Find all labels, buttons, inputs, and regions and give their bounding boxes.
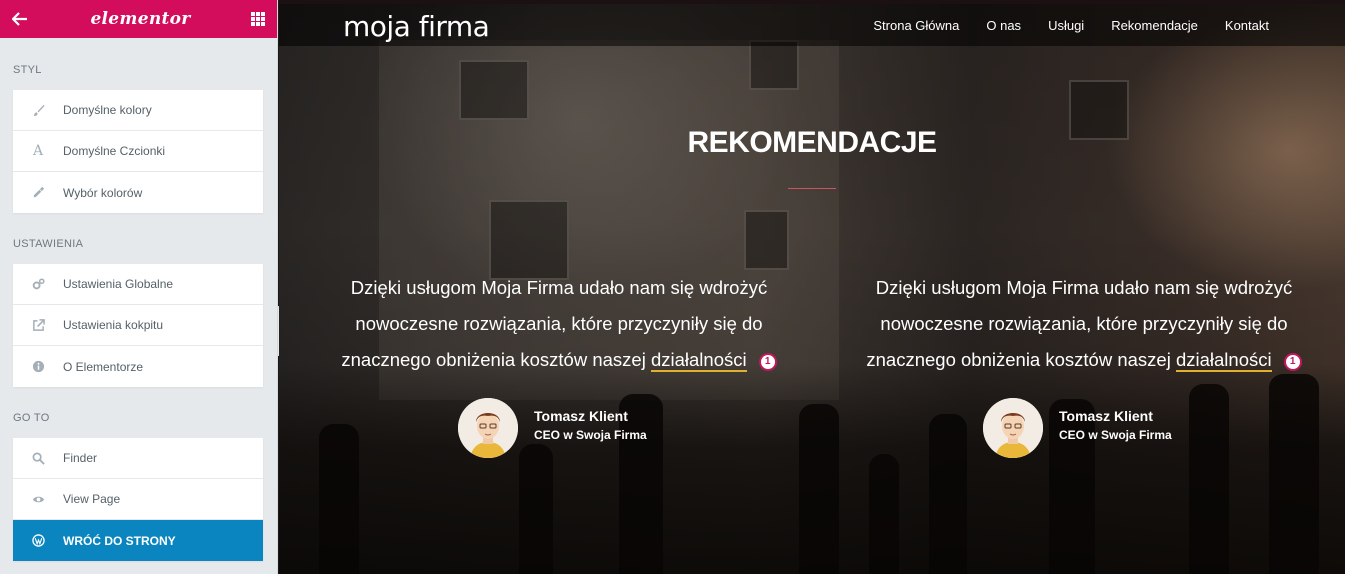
menu-item-label: View Page bbox=[63, 492, 121, 506]
menu-item-label: Ustawienia Globalne bbox=[63, 277, 174, 291]
elementor-panel: elementor STYL Domyślne kolory A Domyśln… bbox=[0, 0, 278, 574]
menu-group-go-to: Finder View Page WRÓĆ DO STRONY bbox=[13, 438, 263, 561]
menu-item-label: O Elementorze bbox=[63, 359, 144, 374]
font-icon: A bbox=[32, 143, 44, 159]
menu-item-default-fonts[interactable]: A Domyślne Czcionki bbox=[13, 131, 263, 172]
section-heading: REKOMENDACJE bbox=[687, 126, 937, 159]
menu-link-home[interactable]: Strona Główna bbox=[873, 18, 959, 33]
author-role: CEO w Swoja Firma bbox=[1059, 428, 1172, 442]
main-menu: Strona Główna O nas Usługi Rekomendacje … bbox=[846, 18, 1269, 33]
menu-link-contact[interactable]: Kontakt bbox=[1225, 18, 1269, 33]
menu-item-label: Wybór kolorów bbox=[63, 185, 143, 200]
testimonial-quote: Dzięki usługom Moja Firma udało nam się … bbox=[849, 270, 1319, 378]
menu-item-label: Finder bbox=[63, 451, 98, 465]
testimonial-card: Dzięki usługom Moja Firma udało nam się … bbox=[324, 270, 794, 460]
author-name: Tomasz Klient bbox=[1059, 408, 1153, 424]
spellcheck-badge[interactable]: 1 bbox=[1283, 353, 1302, 371]
panel-header: elementor bbox=[0, 0, 277, 38]
wordpress-icon bbox=[13, 534, 63, 547]
menu-item-label: Ustawienia kokpitu bbox=[63, 318, 164, 332]
search-icon bbox=[13, 452, 63, 465]
info-icon bbox=[13, 360, 63, 373]
heading-divider bbox=[788, 188, 836, 189]
menu-item-label: Domyślne kolory bbox=[63, 103, 152, 117]
menu-group-ustawienia: Ustawienia Globalne Ustawienia kokpitu O… bbox=[13, 264, 263, 387]
site-logo[interactable]: moja firma bbox=[343, 10, 490, 43]
paintbrush-icon bbox=[13, 104, 63, 117]
spellcheck-badge[interactable]: 1 bbox=[758, 353, 777, 371]
background-person bbox=[519, 444, 553, 574]
menu-link-testimonials[interactable]: Rekomendacje bbox=[1111, 18, 1198, 33]
eyedropper-icon bbox=[13, 186, 63, 199]
background-person bbox=[799, 404, 839, 574]
menu-item-about-elementor[interactable]: O Elementorze bbox=[13, 346, 263, 387]
widgets-grid-icon[interactable] bbox=[250, 12, 265, 26]
menu-link-services[interactable]: Usługi bbox=[1048, 18, 1084, 33]
menu-item-color-picker[interactable]: Wybór kolorów bbox=[13, 172, 263, 213]
menu-group-styl: Domyślne kolory A Domyślne Czcionki Wybó… bbox=[13, 90, 263, 213]
testimonial-quote: Dzięki usługom Moja Firma udało nam się … bbox=[324, 270, 794, 378]
menu-item-back-to-site[interactable]: WRÓĆ DO STRONY bbox=[13, 520, 263, 561]
menu-item-label: Domyślne Czcionki bbox=[63, 144, 166, 158]
menu-item-label: WRÓĆ DO STRONY bbox=[63, 533, 176, 548]
background-window bbox=[744, 210, 789, 270]
cogs-icon bbox=[13, 277, 63, 291]
site-header: moja firma Strona Główna O nas Usługi Re… bbox=[279, 0, 1345, 46]
menu-item-global-settings[interactable]: Ustawienia Globalne bbox=[13, 264, 263, 305]
quote-highlight: działalności bbox=[1175, 349, 1272, 372]
section-title-styl: STYL bbox=[13, 64, 42, 76]
avatar bbox=[458, 398, 518, 458]
back-arrow-icon[interactable] bbox=[10, 9, 30, 29]
eye-icon bbox=[13, 493, 63, 506]
background-window bbox=[489, 200, 569, 280]
external-link-icon bbox=[13, 318, 63, 332]
menu-item-default-colors[interactable]: Domyślne kolory bbox=[13, 90, 263, 131]
background-person bbox=[869, 454, 899, 574]
section-title-ustawienia: USTAWIENIA bbox=[13, 238, 84, 250]
page-preview: moja firma Strona Główna O nas Usługi Re… bbox=[279, 0, 1345, 574]
menu-link-about[interactable]: O nas bbox=[986, 18, 1021, 33]
background-window bbox=[749, 40, 799, 90]
testimonial-author: Tomasz Klient CEO w Swoja Firma bbox=[324, 398, 794, 460]
testimonial-card: Dzięki usługom Moja Firma udało nam się … bbox=[849, 270, 1319, 460]
menu-item-view-page[interactable]: View Page bbox=[13, 479, 263, 520]
author-name: Tomasz Klient bbox=[534, 408, 628, 424]
menu-item-finder[interactable]: Finder bbox=[13, 438, 263, 479]
author-role: CEO w Swoja Firma bbox=[534, 428, 647, 442]
elementor-logo: elementor bbox=[90, 9, 191, 29]
testimonial-author: Tomasz Klient CEO w Swoja Firma bbox=[849, 398, 1319, 460]
menu-item-dashboard-settings[interactable]: Ustawienia kokpitu bbox=[13, 305, 263, 346]
quote-highlight: działalności bbox=[650, 349, 747, 372]
section-title-go-to: GO TO bbox=[13, 412, 50, 424]
background-window bbox=[459, 60, 529, 120]
avatar bbox=[983, 398, 1043, 458]
